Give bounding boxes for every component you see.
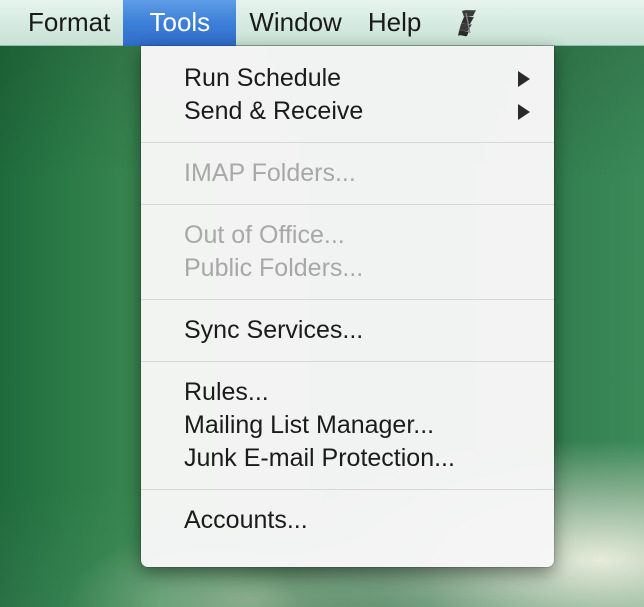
menu-item-junk-email-protection[interactable]: Junk E-mail Protection... [141,442,554,475]
tools-menu: Run Schedule Send & Receive IMAP Folders… [141,46,554,567]
menubar-item-tools[interactable]: Tools [123,0,237,46]
menu-item-sync-services[interactable]: Sync Services... [141,314,554,347]
menu-separator [141,361,554,362]
menu-separator [141,299,554,300]
menu-item-imap-folders: IMAP Folders... [141,157,554,190]
menu-item-run-schedule[interactable]: Run Schedule [141,62,554,95]
applescript-icon[interactable] [434,0,480,46]
menu-item-label: Out of Office... [184,221,345,249]
menu-item-mailing-list-manager[interactable]: Mailing List Manager... [141,409,554,442]
menu-separator [141,204,554,205]
menu-item-label: Public Folders... [184,254,364,282]
menu-item-label: Junk E-mail Protection... [184,444,455,472]
submenu-arrow-icon [518,103,530,120]
menu-item-send-receive[interactable]: Send & Receive [141,95,554,128]
menu-item-accounts[interactable]: Accounts... [141,504,554,537]
menu-item-out-of-office: Out of Office... [141,219,554,252]
menu-item-label: Accounts... [184,506,308,534]
menu-bar: Format Tools Window Help [0,0,644,46]
menu-item-label: Run Schedule [184,64,342,92]
menu-separator [141,142,554,143]
menu-item-label: Send & Receive [184,97,364,125]
menu-item-label: Rules... [184,378,269,406]
script-scroll-icon [458,9,477,36]
submenu-arrow-icon [518,70,530,87]
menu-item-label: Mailing List Manager... [184,411,435,439]
menu-item-label: IMAP Folders... [184,159,356,187]
menubar-item-format[interactable]: Format [0,0,123,46]
menubar-item-help[interactable]: Help [355,0,434,46]
menubar-item-window[interactable]: Window [236,0,354,46]
menu-item-rules[interactable]: Rules... [141,376,554,409]
menu-item-public-folders: Public Folders... [141,252,554,285]
menu-item-label: Sync Services... [184,316,364,344]
menu-separator [141,489,554,490]
